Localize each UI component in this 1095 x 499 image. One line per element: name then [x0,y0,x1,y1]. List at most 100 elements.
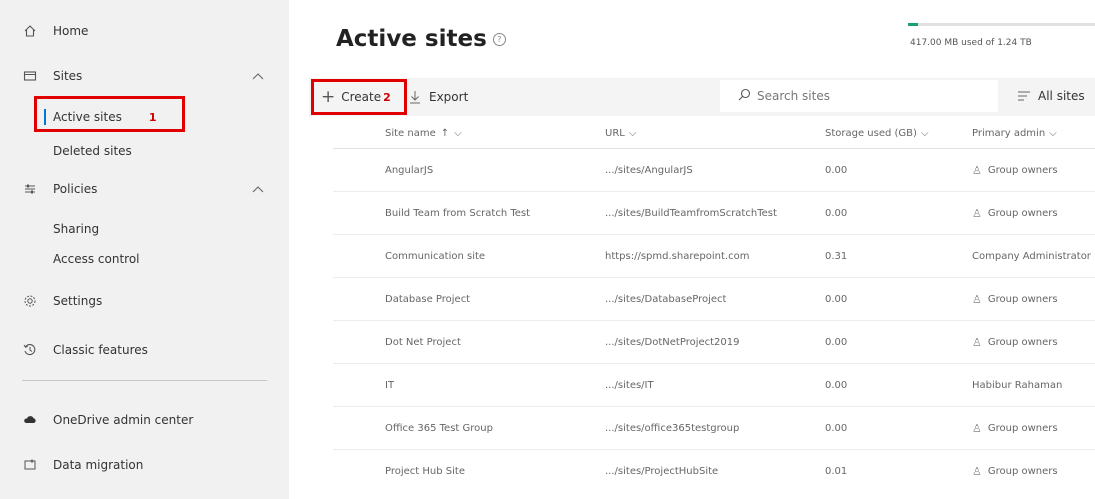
primary-admin-cell: ♙ Group owners [972,278,1058,320]
nav-onedrive-admin[interactable]: OneDrive admin center [0,408,289,432]
storage-cell: 0.31 [825,250,848,262]
site-name-cell[interactable]: Database Project [385,278,470,320]
nav-data-migration-label: Data migration [53,458,144,472]
table-row[interactable]: Database Project .../sites/DatabaseProje… [333,278,1095,321]
table-header: Site name ↑ ⌵ URL ⌵ Storage used (GB) ⌵ … [333,118,1095,149]
search-icon [738,88,751,105]
storage-cell: 0.00 [825,293,848,305]
help-icon[interactable]: ? [492,32,506,46]
search-box[interactable]: Search sites [720,80,998,112]
view-selector-label: All sites [1038,89,1085,103]
history-icon [22,342,38,358]
admin-label: Company Administrator [972,250,1091,262]
storage-cell: 0.00 [825,379,848,391]
filter-lines-icon [1018,91,1030,101]
site-name-cell[interactable]: Project Hub Site [385,450,465,492]
url-cell: .../sites/DatabaseProject [605,293,727,305]
table-row[interactable]: IT .../sites/IT 0.00 Habibur Rahaman [333,364,1095,407]
group-icon: ♙ [972,163,982,177]
primary-admin-cell: ♙ Group owners [972,321,1058,363]
table-row[interactable]: Communication site https://spmd.sharepoi… [333,235,1095,278]
storage-usage-text: 417.00 MB used of 1.24 TB [910,38,1032,48]
sort-arrow-icon: ↑ [440,127,450,139]
column-header-site-name[interactable]: Site name ↑ ⌵ [385,118,462,148]
storage-cell: 0.00 [825,336,848,348]
column-header-primary-admin[interactable]: Primary admin ⌵ [972,118,1057,148]
primary-admin-cell: ♙ Group owners [972,192,1058,234]
migration-icon [22,457,38,473]
site-name-cell[interactable]: Dot Net Project [385,321,461,363]
highlight-box-active-sites [34,96,185,132]
site-name-cell[interactable]: Build Team from Scratch Test [385,192,530,234]
storage-cell: 0.00 [825,164,848,176]
page-title: Active sites ? [336,26,506,52]
url-cell: .../sites/BuildTeamfromScratchTest [605,207,777,219]
column-label: Storage used (GB) [825,127,917,139]
view-selector[interactable]: All sites [1018,80,1085,112]
url-cell: .../sites/IT [605,379,654,391]
column-label: URL [605,127,625,139]
storage-cell: 0.00 [825,207,848,219]
group-icon: ♙ [972,464,982,478]
nav-settings[interactable]: Settings [0,289,289,313]
nav-policies-label: Policies [53,182,98,196]
table-row[interactable]: Dot Net Project .../sites/DotNetProject2… [333,321,1095,364]
gear-icon [22,293,38,309]
highlight-box-create [311,79,407,115]
nav-sites-label: Sites [53,69,83,83]
primary-admin-cell: ♙ Group owners [972,450,1058,492]
chevron-up-icon[interactable] [252,70,264,82]
column-label: Site name [385,127,436,139]
admin-label: Group owners [987,336,1058,348]
url-cell: .../sites/office365testgroup [605,422,740,434]
url-cell: .../sites/ProjectHubSite [605,465,719,477]
nav-deleted-sites[interactable]: Deleted sites [53,141,132,161]
home-icon [22,23,38,39]
export-button[interactable]: Export [409,78,468,116]
admin-label: Group owners [987,422,1058,434]
nav-sharing-label: Sharing [53,222,100,236]
left-nav: Home Sites Active sites 1 Deleted sites … [0,0,289,499]
primary-admin-cell: Habibur Rahaman [972,364,1062,406]
cloud-icon [22,412,38,428]
nav-data-migration[interactable]: Data migration [0,453,289,477]
admin-label: Habibur Rahaman [972,379,1063,391]
primary-admin-cell: Company Administrator [972,235,1095,277]
nav-classic-features[interactable]: Classic features [0,338,289,362]
site-name-cell[interactable]: AngularJS [385,149,433,191]
group-icon: ♙ [972,421,982,435]
nav-policies[interactable]: Policies [0,177,289,201]
search-placeholder: Search sites [757,89,830,103]
nav-sharing[interactable]: Sharing [53,219,99,239]
url-cell: .../sites/AngularJS [605,164,693,176]
table-row[interactable]: Project Hub Site .../sites/ProjectHubSit… [333,450,1095,492]
group-icon: ♙ [972,292,982,306]
url-cell: https://spmd.sharepoint.com [605,250,750,262]
table-row[interactable]: Build Team from Scratch Test .../sites/B… [333,192,1095,235]
download-icon [409,90,421,104]
site-name-cell[interactable]: Communication site [385,235,485,277]
admin-label: Group owners [987,164,1058,176]
storage-progress-fill [908,23,919,26]
nav-divider [22,380,267,381]
chevron-down-icon: ⌵ [1049,127,1057,139]
site-name-cell[interactable]: IT [385,364,394,406]
nav-classic-features-label: Classic features [53,343,148,357]
site-name-cell[interactable]: Office 365 Test Group [385,407,493,449]
table-row[interactable]: AngularJS .../sites/AngularJS 0.00 ♙ Grou… [333,149,1095,192]
nav-sites[interactable]: Sites [0,64,289,88]
group-icon: ♙ [972,206,982,220]
column-label: Primary admin [972,127,1046,139]
storage-cell: 0.00 [825,422,848,434]
admin-label: Group owners [987,465,1058,477]
table-row[interactable]: Office 365 Test Group .../sites/office36… [333,407,1095,450]
nav-access-control[interactable]: Access control [53,249,140,269]
column-header-url[interactable]: URL ⌵ [605,118,636,148]
primary-admin-cell: ♙ Group owners [972,407,1058,449]
nav-home[interactable]: Home [0,19,289,43]
chevron-up-icon[interactable] [252,183,264,195]
page-title-text: Active sites [336,26,487,52]
nav-deleted-sites-label: Deleted sites [53,144,132,158]
column-header-storage[interactable]: Storage used (GB) ⌵ [825,118,929,148]
primary-admin-cell: ♙ Group owners [972,149,1058,191]
